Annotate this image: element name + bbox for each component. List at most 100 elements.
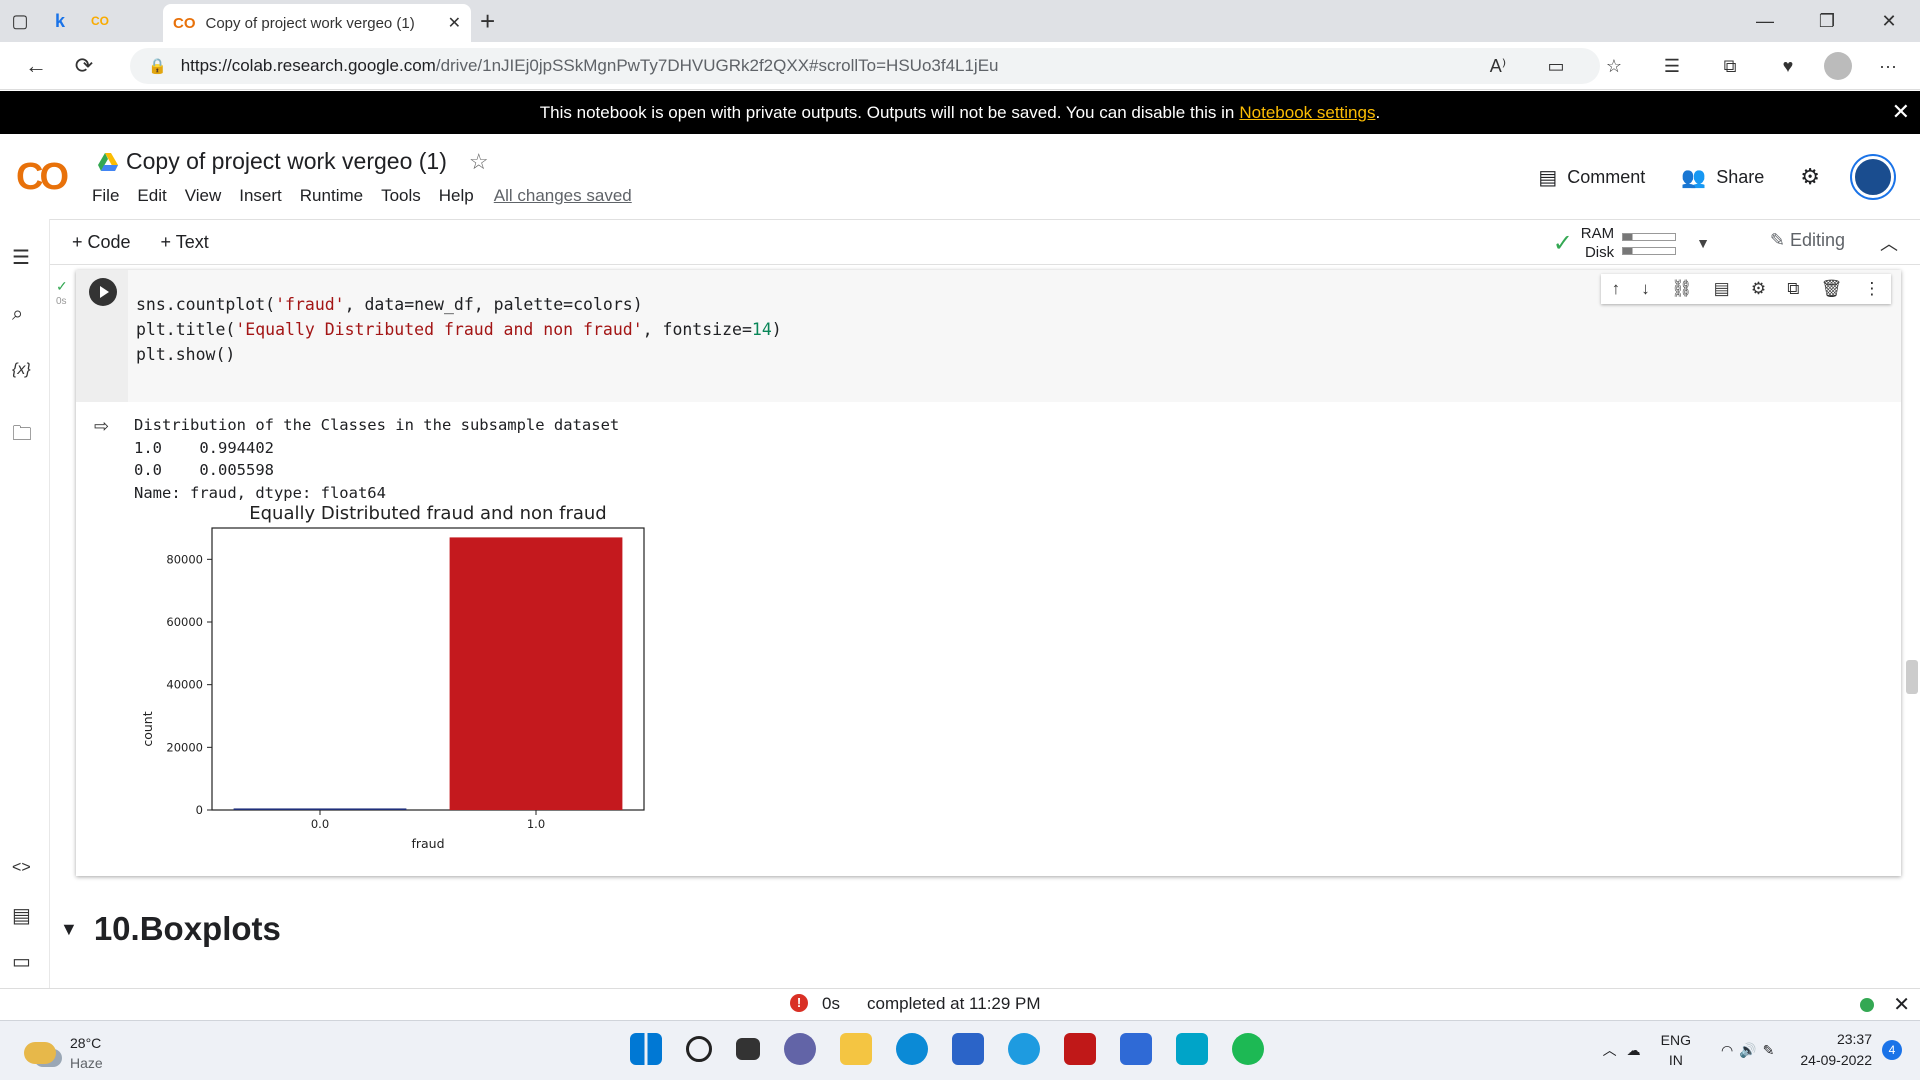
help-icon[interactable] (1008, 1033, 1040, 1065)
x-tick-label: 1.0 (527, 817, 545, 831)
active-tab[interactable]: CO Copy of project work vergeo (1) ✕ (163, 4, 471, 42)
url-field[interactable]: 🔒 https://colab.research.google.com /dri… (130, 48, 1600, 84)
menu-view[interactable]: View (185, 186, 222, 206)
menu-file[interactable]: File (92, 186, 119, 206)
show-hidden-icons[interactable]: ︿ (1603, 1040, 1617, 1060)
edge-icon[interactable] (896, 1033, 928, 1065)
collapse-section-icon[interactable]: ▼ (60, 919, 78, 940)
section-heading[interactable]: ▼ 10.Boxplots (60, 910, 281, 948)
pen-icon[interactable]: ✎ (1763, 1042, 1775, 1059)
banner-close-icon[interactable]: ✕ (1892, 99, 1910, 125)
read-aloud-icon[interactable]: A⁾ (1476, 48, 1520, 84)
comment-button[interactable]: ▤ Comment (1538, 165, 1645, 190)
page-scrollbar[interactable] (1906, 660, 1918, 694)
close-status-icon[interactable]: ✕ (1893, 992, 1910, 1017)
settings-button[interactable]: ⚙ (1800, 164, 1820, 190)
star-icon[interactable]: ☆ (469, 149, 489, 175)
health-icon[interactable]: ♥ (1766, 48, 1810, 84)
editing-label: Editing (1789, 230, 1845, 250)
more-icon[interactable]: ··· (1866, 48, 1910, 84)
status-message[interactable]: completed at 11:29 PM (867, 994, 1041, 1014)
add-code-button[interactable]: + Code (72, 232, 131, 253)
y-tick-label: 0 (196, 803, 203, 817)
search-taskbar-icon[interactable] (686, 1036, 712, 1062)
back-icon[interactable]: ← (12, 42, 60, 90)
comment-cell-icon[interactable]: ▤ (1714, 279, 1730, 299)
terminal-icon[interactable]: ▭ (12, 949, 31, 974)
output-menu-icon[interactable]: ⇨ (94, 416, 109, 437)
teams-icon[interactable] (784, 1033, 816, 1065)
colab-logo[interactable]: CO (16, 156, 69, 199)
menu-edit[interactable]: Edit (137, 186, 166, 206)
x-tick-label: 0.0 (311, 817, 329, 831)
onedrive-icon[interactable]: ☁ (1627, 1042, 1641, 1059)
menu-tools[interactable]: Tools (381, 186, 421, 206)
notebook-title-text: Copy of project work vergeo (1) (126, 148, 447, 174)
tab-colab-icon[interactable]: CO (80, 0, 120, 42)
private-outputs-banner: This notebook is open with private outpu… (0, 91, 1920, 134)
variables-icon[interactable]: {x} (12, 361, 31, 379)
resources-indicator[interactable]: ✓ RAM Disk ▼ (1553, 224, 1710, 262)
new-tab-icon[interactable]: + (480, 6, 495, 37)
menu-runtime[interactable]: Runtime (300, 186, 363, 206)
clock[interactable]: 23:37 24-09-2022 (1800, 1029, 1872, 1071)
search-icon[interactable]: ⌕ (12, 303, 23, 326)
app-icon[interactable] (1176, 1033, 1208, 1065)
run-cell-button[interactable] (89, 278, 117, 306)
immersive-reader-icon[interactable]: ▭ (1534, 48, 1578, 84)
add-favorite-icon[interactable]: ☆ (1592, 48, 1636, 84)
mirror-cell-icon[interactable]: ⧉ (1787, 279, 1799, 299)
code-snippets-icon[interactable]: <> (12, 859, 31, 877)
table-of-contents-icon[interactable]: ☰ (12, 245, 30, 270)
runtime-dropdown-icon[interactable]: ▼ (1696, 235, 1710, 251)
language-indicator[interactable]: ENG IN (1661, 1030, 1691, 1070)
code-editor[interactable]: sns.countplot('fraud', data=new_df, pale… (128, 270, 1901, 402)
notebook-title[interactable]: Copy of project work vergeo (1) ☆ (98, 148, 489, 175)
favorites-icon[interactable]: ☰ (1650, 48, 1694, 84)
share-button[interactable]: 👥 Share (1681, 165, 1764, 190)
more-options-icon[interactable]: ⋮ (1863, 279, 1880, 299)
command-palette-icon[interactable]: ▤ (12, 903, 31, 928)
add-text-button[interactable]: + Text (161, 232, 209, 253)
collapse-header-icon[interactable]: ︿ (1880, 230, 1898, 256)
menu-insert[interactable]: Insert (239, 186, 282, 206)
editing-mode[interactable]: ✎ Editing (1770, 230, 1845, 251)
code-text[interactable]: sns.countplot('fraud', data=new_df, pale… (136, 292, 782, 367)
tab-k-icon[interactable]: k (40, 0, 80, 42)
menu-help[interactable]: Help (439, 186, 474, 206)
code-cell[interactable]: ✓ 0s sns.countplot('fraud', data=new_df,… (56, 270, 1901, 876)
mcafee-icon[interactable] (1064, 1033, 1096, 1065)
link-icon[interactable]: ⛓ (1671, 279, 1693, 299)
folder-icon[interactable]: 🗀 (12, 419, 32, 453)
tab-actions-icon[interactable]: ▢ (0, 0, 40, 42)
quick-assist-icon[interactable] (1120, 1033, 1152, 1065)
cell-settings-icon[interactable]: ⚙ (1751, 279, 1766, 299)
volume-icon[interactable]: 🔊 (1739, 1042, 1756, 1059)
task-view-icon[interactable] (736, 1038, 760, 1060)
cell-gutter: ✓ 0s (56, 270, 128, 402)
weather-widget[interactable]: 28°C Haze (24, 1033, 103, 1073)
restore-icon[interactable]: ❐ (1796, 0, 1858, 42)
close-tab-icon[interactable]: ✕ (448, 13, 461, 33)
collections-icon[interactable]: ⧉ (1708, 48, 1752, 84)
file-explorer-icon[interactable] (840, 1033, 872, 1065)
save-status[interactable]: All changes saved (494, 186, 632, 206)
move-up-icon[interactable]: ↑ (1612, 279, 1621, 299)
start-icon[interactable] (630, 1033, 662, 1065)
notification-badge[interactable]: 4 (1882, 1040, 1902, 1060)
notebook-settings-link[interactable]: Notebook settings (1239, 103, 1375, 123)
colab-header: CO Copy of project work vergeo (1) ☆ Fil… (0, 134, 1920, 218)
people-icon: 👥 (1681, 166, 1707, 189)
refresh-icon[interactable]: ⟳ (60, 42, 108, 90)
bar-1.0 (449, 537, 623, 810)
close-window-icon[interactable]: ✕ (1858, 0, 1920, 42)
account-avatar[interactable] (1852, 156, 1894, 198)
delete-icon[interactable]: 🗑 (1821, 279, 1843, 299)
minimize-icon[interactable]: — (1734, 0, 1796, 42)
wifi-icon[interactable]: ◠ (1721, 1042, 1733, 1059)
spotify-icon[interactable] (1232, 1033, 1264, 1065)
store-icon[interactable] (952, 1033, 984, 1065)
exec-success-icon: ✓ (56, 278, 68, 294)
move-down-icon[interactable]: ↓ (1641, 279, 1650, 299)
profile-icon[interactable] (1824, 52, 1852, 80)
